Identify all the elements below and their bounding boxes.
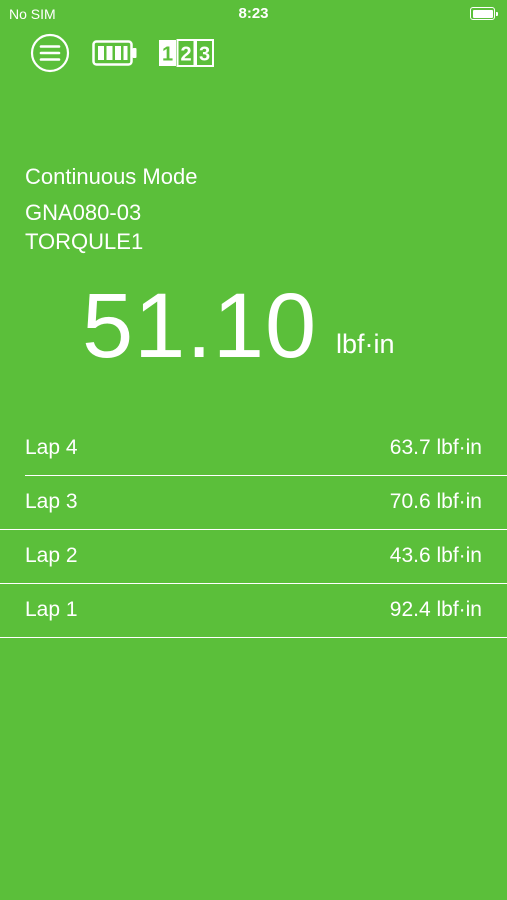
lap-label: Lap 1 [25, 598, 78, 621]
reading-value: 51.10 [82, 275, 318, 377]
lap-divider [0, 637, 507, 638]
lap-label: Lap 3 [25, 490, 78, 513]
lap-value: 43.6 lbf·in [389, 544, 482, 567]
lap-value: 92.4 lbf·in [389, 598, 482, 621]
battery-full-icon [92, 39, 138, 67]
lap-label: Lap 4 [25, 436, 78, 459]
hamburger-menu-icon [30, 33, 70, 73]
lap-label: Lap 2 [25, 544, 78, 567]
lap-list: Lap 4 63.7 lbf·in Lap 3 70.6 lbf·in Lap … [0, 421, 507, 638]
lap-value: 63.7 lbf·in [389, 436, 482, 459]
status-time: 8:23 [238, 5, 269, 22]
lap-row[interactable]: Lap 1 92.4 lbf·in [0, 583, 507, 638]
reading-unit: lbf·in [336, 329, 395, 359]
app-screen: No SIM 8:23 1 2 3 Continuous Mode GNA080… [0, 0, 507, 900]
torque-reading: 51.10 lbf·in [0, 276, 507, 376]
counter-123-icon[interactable]: 1 2 3 [158, 39, 214, 67]
lap-row[interactable]: Lap 2 43.6 lbf·in [0, 529, 507, 584]
menu-button[interactable] [30, 33, 70, 73]
lap-value: 70.6 lbf·in [389, 490, 482, 513]
toolbar: 1 2 3 [0, 30, 507, 76]
status-bar: No SIM 8:23 [0, 0, 507, 28]
device-name: TORQULE1 [25, 229, 144, 254]
system-battery-icon [470, 7, 498, 20]
device-id: GNA080-03 [25, 200, 142, 225]
svg-text:3: 3 [199, 44, 210, 66]
mode-label: Continuous Mode [25, 164, 198, 189]
svg-text:2: 2 [180, 44, 191, 66]
lap-row[interactable]: Lap 4 63.7 lbf·in [0, 421, 507, 476]
svg-text:1: 1 [162, 44, 173, 66]
lap-row[interactable]: Lap 3 70.6 lbf·in [0, 475, 507, 530]
